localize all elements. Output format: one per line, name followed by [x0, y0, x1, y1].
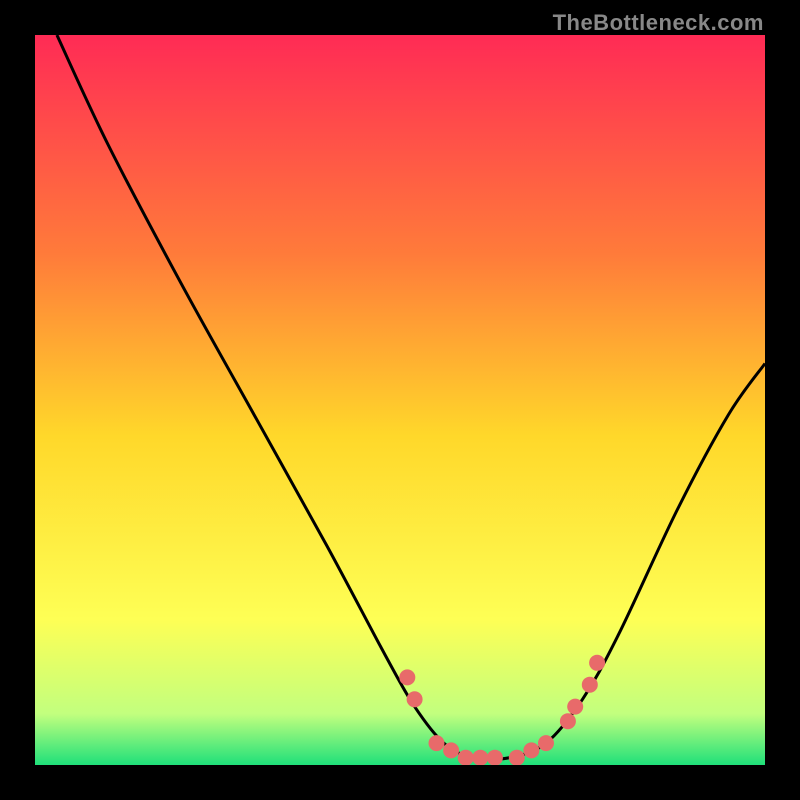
marker-dot	[567, 699, 583, 715]
watermark-text: TheBottleneck.com	[553, 10, 764, 36]
chart-container: TheBottleneck.com	[0, 0, 800, 800]
marker-dot	[472, 750, 488, 765]
marker-dot	[582, 677, 598, 693]
marker-dot	[589, 655, 605, 671]
marker-dot	[509, 750, 525, 765]
marker-dot	[443, 742, 459, 758]
gradient-bg	[35, 35, 765, 765]
marker-dot	[458, 750, 474, 765]
marker-dot	[560, 713, 576, 729]
chart-svg	[35, 35, 765, 765]
marker-dot	[487, 750, 503, 765]
plot-area	[35, 35, 765, 765]
marker-dot	[399, 669, 415, 685]
marker-dot	[538, 735, 554, 751]
marker-dot	[407, 691, 423, 707]
marker-dot	[523, 742, 539, 758]
marker-dot	[429, 735, 445, 751]
